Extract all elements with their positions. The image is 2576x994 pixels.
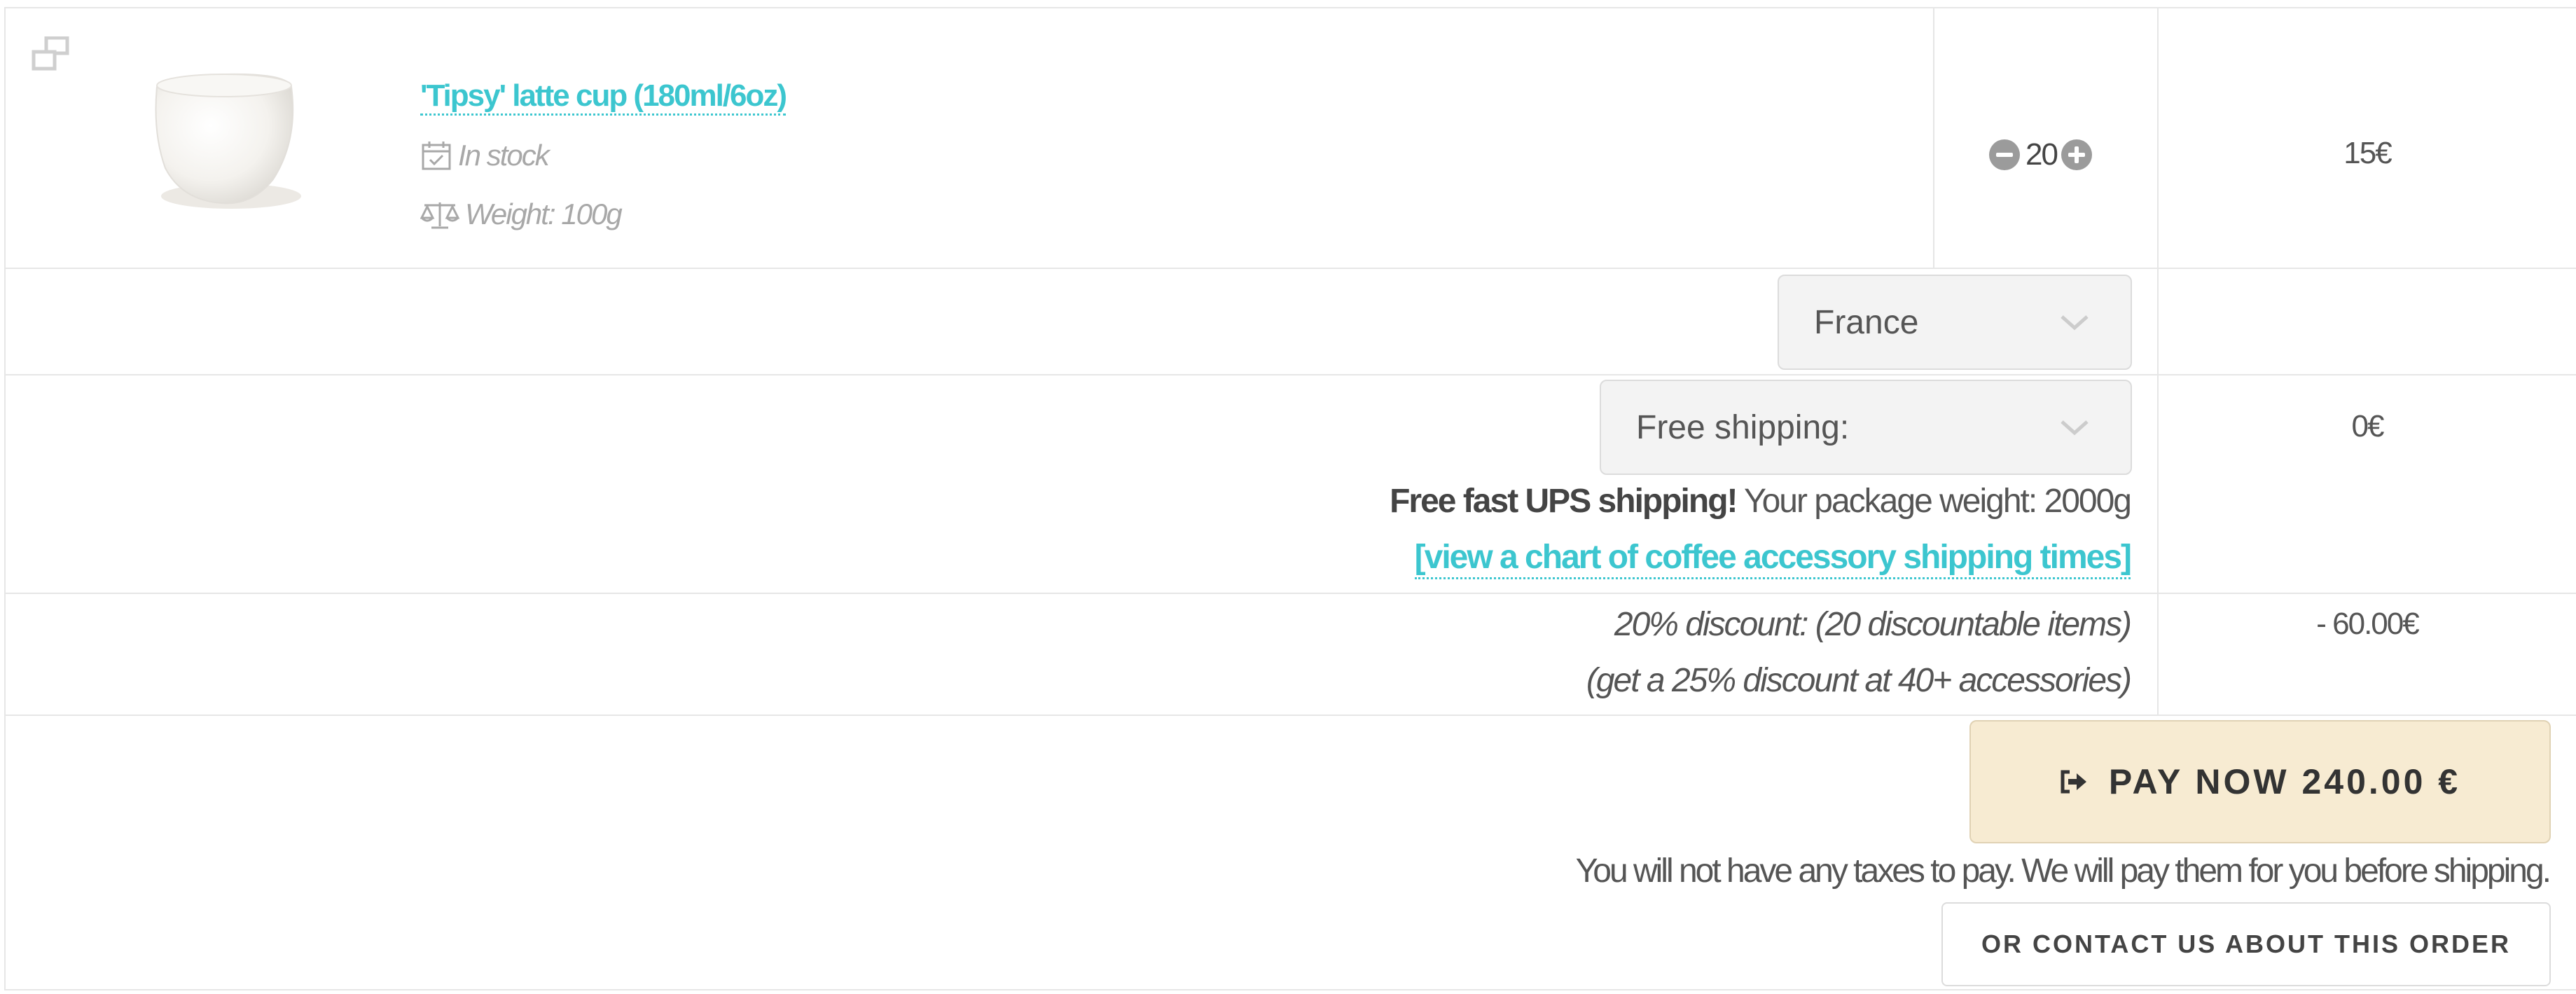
row-divider: [4, 593, 2576, 594]
shipping-note-bold: Free fast UPS shipping!: [1390, 483, 1738, 520]
product-image[interactable]: [133, 56, 315, 224]
product-name-link[interactable]: 'Tipsy' latte cup (180ml/6oz): [420, 78, 787, 116]
chevron-down-icon: [2061, 315, 2089, 331]
pay-now-button[interactable]: PAY NOW 240.00 €: [1969, 720, 2551, 843]
product-price: 15€: [2343, 136, 2392, 170]
sign-out-icon: [2061, 770, 2086, 794]
calendar-check-icon: [422, 141, 451, 170]
shipping-price: 0€: [2351, 409, 2385, 443]
row-divider: [4, 374, 2576, 375]
contact-us-button[interactable]: OR CONTACT US ABOUT THIS ORDER: [1941, 902, 2551, 986]
shipping-times-chart-link[interactable]: [view a chart of coffee accessory shippi…: [1414, 538, 2132, 579]
shipping-select-value: Free shipping:: [1636, 408, 1850, 446]
tax-note: You will not have any taxes to pay. We w…: [1575, 853, 2551, 890]
country-select[interactable]: France: [1778, 275, 2132, 370]
balance-scale-icon: [420, 202, 459, 229]
minus-circle-icon[interactable]: [1989, 139, 2020, 170]
country-select-value: France: [1814, 303, 1919, 341]
discount-amount: - 60.00€: [2316, 607, 2419, 641]
weight-info: Weight: 100g: [420, 198, 623, 231]
row-divider: [4, 268, 2576, 269]
expand-icon[interactable]: [31, 36, 70, 73]
shipping-note: Free fast UPS shipping! Your package wei…: [1390, 482, 2132, 520]
shipping-method-select[interactable]: Free shipping:: [1600, 380, 2132, 475]
stock-status: In stock: [420, 139, 550, 172]
shipping-note-weight: Your package weight: 2000g: [1736, 483, 2132, 520]
plus-circle-icon[interactable]: [2061, 139, 2092, 170]
discount-tip: (get a 25% discount at 40+ accessories): [1586, 662, 2132, 699]
column-divider: [1933, 7, 1934, 268]
weight-text: Weight: 100g: [465, 198, 623, 230]
pay-now-label: PAY NOW 240.00 €: [2108, 762, 2461, 801]
quantity-stepper: 20: [1989, 137, 2092, 172]
discount-line: 20% discount: (20 discountable items): [1614, 606, 2132, 643]
quantity-value: 20: [2026, 137, 2058, 172]
stock-text: In stock: [458, 139, 550, 172]
chevron-down-icon: [2061, 420, 2089, 436]
row-divider: [4, 715, 2576, 716]
